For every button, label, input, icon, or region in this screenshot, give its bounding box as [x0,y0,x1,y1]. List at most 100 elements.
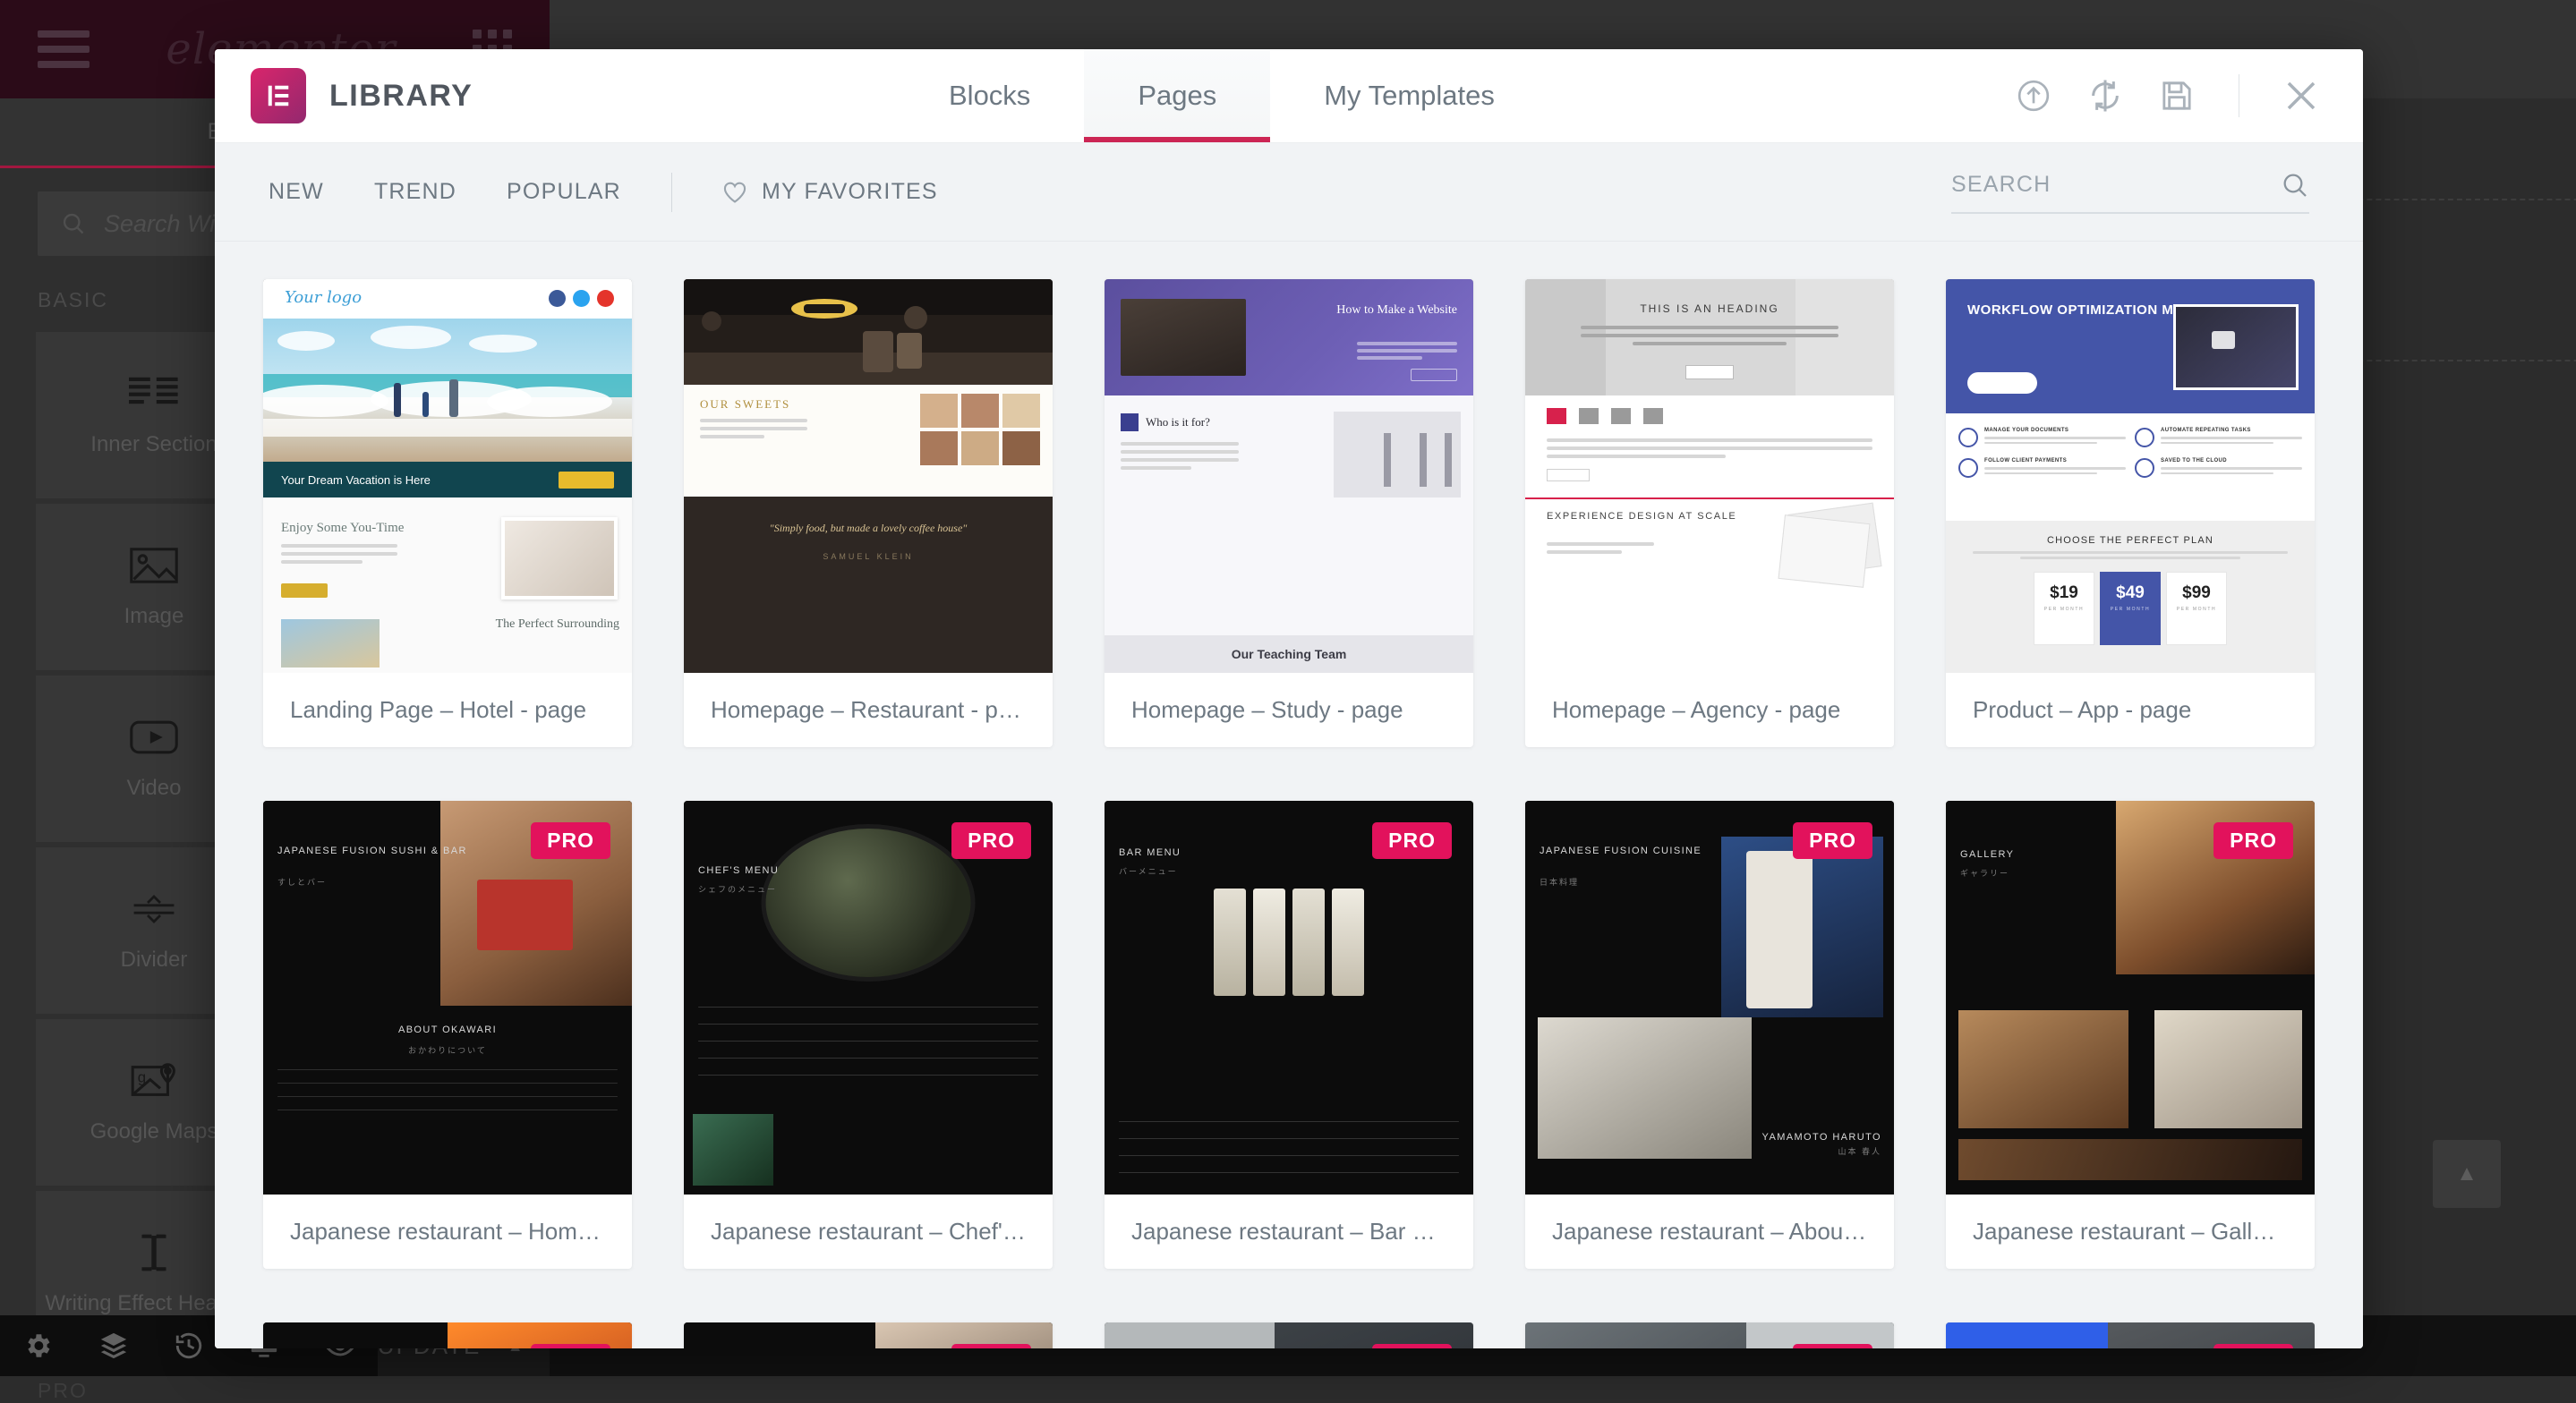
template-thumbnail[interactable]: THIS IS AN HEADING EX [1525,279,1894,673]
pro-badge: PRO [2213,822,2293,859]
close-icon[interactable] [2281,75,2322,116]
filter-divider [671,173,672,212]
thumb-subtitle: シェフのメニュー [698,883,777,895]
thumb-feature: FOLLOW CLIENT PAYMENTS [1984,458,2126,463]
template-card[interactable]: PRO [1105,1322,1473,1348]
template-library-modal: LIBRARY Blocks Pages My Templates NEW TR… [215,49,2363,1348]
template-thumbnail[interactable]: PRO EVENTS AT OKAWARI イベント [263,1322,632,1348]
template-card[interactable]: OUR SWEETS "Simply food, but made a love… [684,279,1053,747]
thumb-art-jp-gallery: GALLERY ギャラリー [1946,801,2315,1195]
template-thumbnail[interactable]: PRO JAPANESE FUSION CUISINE 日本料理 YAMAMOT… [1525,801,1894,1195]
modal-title: LIBRARY [329,79,473,114]
inner-section-icon [129,373,179,414]
thumb-art-jp-about: JAPANESE FUSION CUISINE 日本料理 YAMAMOTO HA… [1525,801,1894,1195]
template-card[interactable]: PRO GALLERY ギャラリー Japanese restaurant – … [1946,801,2315,1269]
thumb-art-app: WORKFLOW OPTIMIZATION MADE EASY MANAGE Y… [1946,279,2315,673]
template-thumbnail[interactable]: PRO GALLERY ギャラリー [1946,801,2315,1195]
template-thumbnail[interactable]: WORKFLOW OPTIMIZATION MADE EASY MANAGE Y… [1946,279,2315,673]
thumb-title: JAPANESE FUSION CUISINE [1540,844,1702,860]
modal-filter-bar: NEW TREND POPULAR MY FAVORITES [215,143,2363,242]
upload-template-icon[interactable] [2013,75,2054,116]
template-card[interactable]: PRO CONTACT US / MAKE A RESERVATION ご予約 [684,1322,1053,1348]
thumb-art-hotel: Your logo [263,279,632,673]
modal-tabs: Blocks Pages My Templates [895,49,1548,142]
template-card[interactable]: WORKFLOW OPTIMIZATION MADE EASY MANAGE Y… [1946,279,2315,747]
filter-my-favorites[interactable]: MY FAVORITES [722,179,938,205]
thumb-art-study: How to Make a Website Who is it for? [1105,279,1473,673]
price-period: PER MONTH [2177,607,2216,612]
filter-trend[interactable]: TREND [374,179,456,205]
template-card[interactable]: PRO [1525,1322,1894,1348]
pro-badge: PRO [1372,1344,1452,1348]
thumb-section-title-2: The Perfect Surrounding [496,617,619,632]
template-card[interactable]: PRO BAR MENU バーメニュー Japanese restauran [1105,801,1473,1269]
template-thumbnail[interactable]: PRO JAPANESE FUSION SUSHI & BAR すしとバー AB… [263,801,632,1195]
thumb-headline: How to Make a Website [1336,302,1457,319]
sync-library-icon[interactable] [2085,75,2126,116]
image-icon [129,545,179,586]
template-thumbnail[interactable]: How to Make a Website Who is it for? [1105,279,1473,673]
elementor-logo-icon [251,68,306,123]
tab-my-templates[interactable]: My Templates [1270,49,1548,142]
template-thumbnail[interactable]: Your logo [263,279,632,673]
layers-navigator-icon[interactable] [75,1331,150,1361]
thumb-section-title: Who is it for? [1146,415,1210,429]
scroll-to-top-button[interactable]: ▲ [2433,1140,2501,1208]
template-thumbnail[interactable]: PRO [1105,1322,1473,1348]
thumb-title: GALLERY [1960,849,2014,860]
price-card: $19PER MONTH [2034,572,2094,645]
template-name: Homepage – Restaurant - page [684,673,1053,747]
heart-icon [722,181,747,204]
search-icon [61,211,86,236]
tab-label: Pages [1138,80,1216,112]
template-card[interactable]: THIS IS AN HEADING EX [1525,279,1894,747]
template-card[interactable]: PRO EVENTS AT OKAWARI イベント [263,1322,632,1348]
price-card: $49PER MONTH [2100,572,2161,645]
template-card[interactable]: PRO JAPANESE FUSION SUSHI & BAR すしとバー AB… [263,801,632,1269]
template-card[interactable]: PRO [1946,1322,2315,1348]
template-search[interactable] [1951,171,2309,214]
template-thumbnail[interactable]: PRO BAR MENU バーメニュー [1105,801,1473,1195]
template-name: Homepage – Agency - page [1525,673,1894,747]
search-icon[interactable] [2281,171,2309,200]
pro-badge: PRO [1793,822,1872,859]
template-name: Product – App - page [1946,673,2315,747]
pro-badge: PRO [1793,1344,1872,1348]
thumb-logo: Your logo [285,288,362,307]
template-card[interactable]: Your logo [263,279,632,747]
template-grid: Your logo [263,279,2315,1348]
template-thumbnail[interactable]: PRO [1946,1322,2315,1348]
pro-badge: PRO [1372,822,1452,859]
menu-hamburger-icon[interactable] [38,30,90,68]
template-card[interactable]: How to Make a Website Who is it for? [1105,279,1473,747]
tab-pages[interactable]: Pages [1084,49,1270,142]
modal-header-actions [2013,49,2363,142]
favorites-label: MY FAVORITES [762,179,938,205]
template-thumbnail[interactable]: OUR SWEETS "Simply food, but made a love… [684,279,1053,673]
template-thumbnail[interactable]: PRO CONTACT US / MAKE A RESERVATION ご予約 [684,1322,1053,1348]
template-card[interactable]: PRO CHEF'S MENU シェフのメニュー Japanese restau… [684,801,1053,1269]
thumb-credit: SAMUEL KLEIN [684,552,1053,561]
template-card[interactable]: PRO JAPANESE FUSION CUISINE 日本料理 YAMAMOT… [1525,801,1894,1269]
pro-badge: PRO [951,1344,1031,1348]
filter-popular[interactable]: POPULAR [507,179,621,205]
tab-label: My Templates [1324,80,1495,112]
template-name: Japanese restaurant – Bar Menu - … [1105,1195,1473,1269]
thumb-art-agency: THIS IS AN HEADING EX [1525,279,1894,673]
pro-badge: PRO [951,822,1031,859]
thumb-art-jp-bar: BAR MENU バーメニュー [1105,801,1473,1195]
search-input[interactable] [1951,172,2281,198]
price-period: PER MONTH [2044,607,2084,612]
settings-gear-icon[interactable] [0,1331,75,1361]
save-template-icon[interactable] [2156,75,2197,116]
template-grid-scroll[interactable]: Your logo [215,242,2363,1348]
thumb-title: JAPANESE FUSION SUSHI & BAR [277,844,467,860]
filter-new[interactable]: NEW [269,179,324,205]
tab-blocks[interactable]: Blocks [895,49,1084,142]
template-name: Japanese restaurant – About - page [1525,1195,1894,1269]
pro-badge: PRO [531,1344,610,1348]
template-thumbnail[interactable]: PRO [1525,1322,1894,1348]
pro-badge: PRO [2213,1344,2293,1348]
thumb-subtitle: 日本料理 [1540,876,1579,888]
template-thumbnail[interactable]: PRO CHEF'S MENU シェフのメニュー [684,801,1053,1195]
